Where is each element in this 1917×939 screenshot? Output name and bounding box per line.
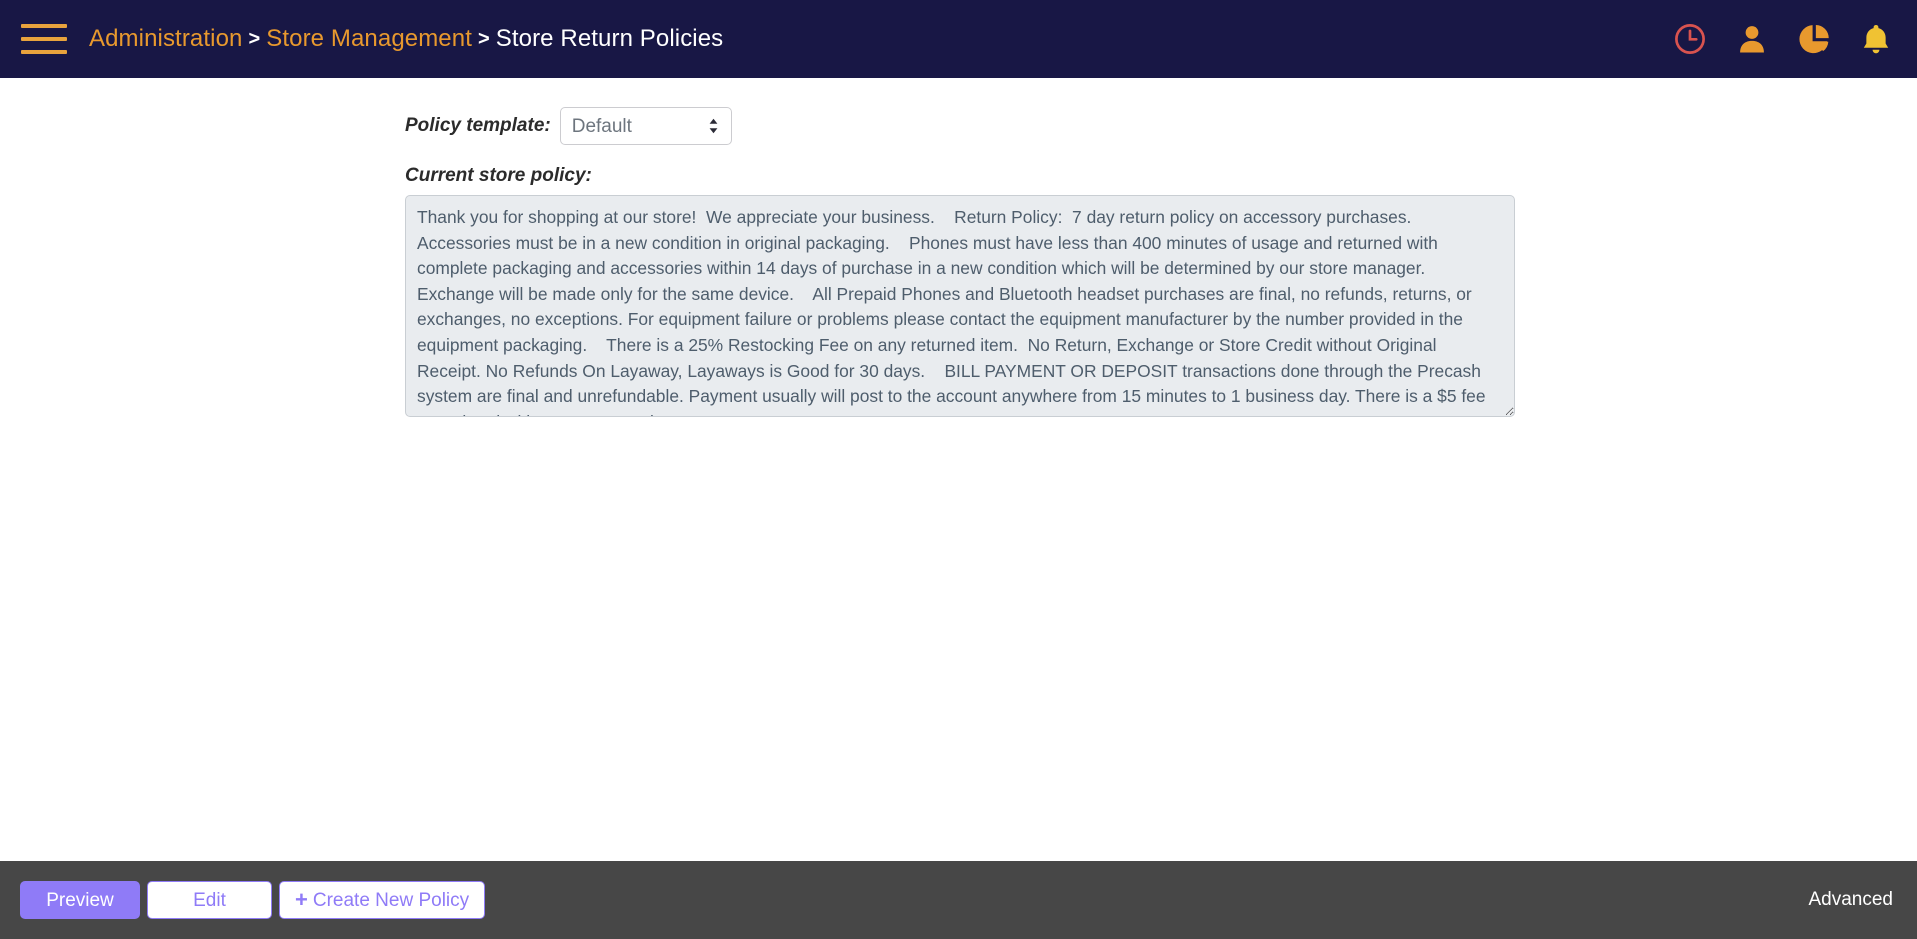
notification-bell-icon[interactable] xyxy=(1859,22,1893,56)
policy-template-row: Policy template: Default xyxy=(405,106,1515,146)
top-navigation-bar: Administration > Store Management > Stor… xyxy=(0,0,1917,78)
policy-template-select[interactable]: Default xyxy=(559,107,732,145)
edit-button[interactable]: Edit xyxy=(147,881,272,919)
policy-template-select-wrapper: Default xyxy=(559,107,732,145)
breadcrumb: Administration > Store Management > Stor… xyxy=(89,25,723,53)
breadcrumb-separator-1: > xyxy=(248,27,261,50)
preview-button[interactable]: Preview xyxy=(20,881,140,919)
top-bar-icon-group xyxy=(1673,0,1893,78)
hamburger-bar-2 xyxy=(21,37,67,41)
advanced-link[interactable]: Advanced xyxy=(1808,889,1893,911)
main-content-area: Policy template: Default Current store p… xyxy=(0,78,1917,861)
clock-icon[interactable] xyxy=(1673,22,1707,56)
breadcrumb-item-store-management[interactable]: Store Management xyxy=(266,25,472,53)
breadcrumb-separator-2: > xyxy=(477,27,490,50)
bottom-toolbar: Preview Edit + Create New Policy Advance… xyxy=(0,861,1917,939)
user-profile-icon[interactable] xyxy=(1735,22,1769,56)
create-new-policy-button[interactable]: + Create New Policy xyxy=(279,881,486,919)
hamburger-bar-1 xyxy=(21,24,67,28)
current-store-policy-textarea[interactable]: Thank you for shopping at our store! We … xyxy=(405,195,1515,417)
current-store-policy-label: Current store policy: xyxy=(405,165,592,186)
create-new-policy-button-label: Create New Policy xyxy=(312,889,470,911)
hamburger-menu-icon[interactable] xyxy=(21,24,67,54)
hamburger-bar-3 xyxy=(21,50,67,54)
breadcrumb-item-administration[interactable]: Administration xyxy=(89,25,242,53)
preview-button-label: Preview xyxy=(46,889,114,911)
store-return-policy-form: Policy template: Default Current store p… xyxy=(405,106,1515,417)
breadcrumb-item-store-return-policies: Store Return Policies xyxy=(495,25,724,52)
plus-icon: + xyxy=(295,887,308,912)
edit-button-label: Edit xyxy=(193,889,226,911)
policy-template-label: Policy template: xyxy=(405,115,551,136)
pie-chart-icon[interactable] xyxy=(1797,22,1831,56)
